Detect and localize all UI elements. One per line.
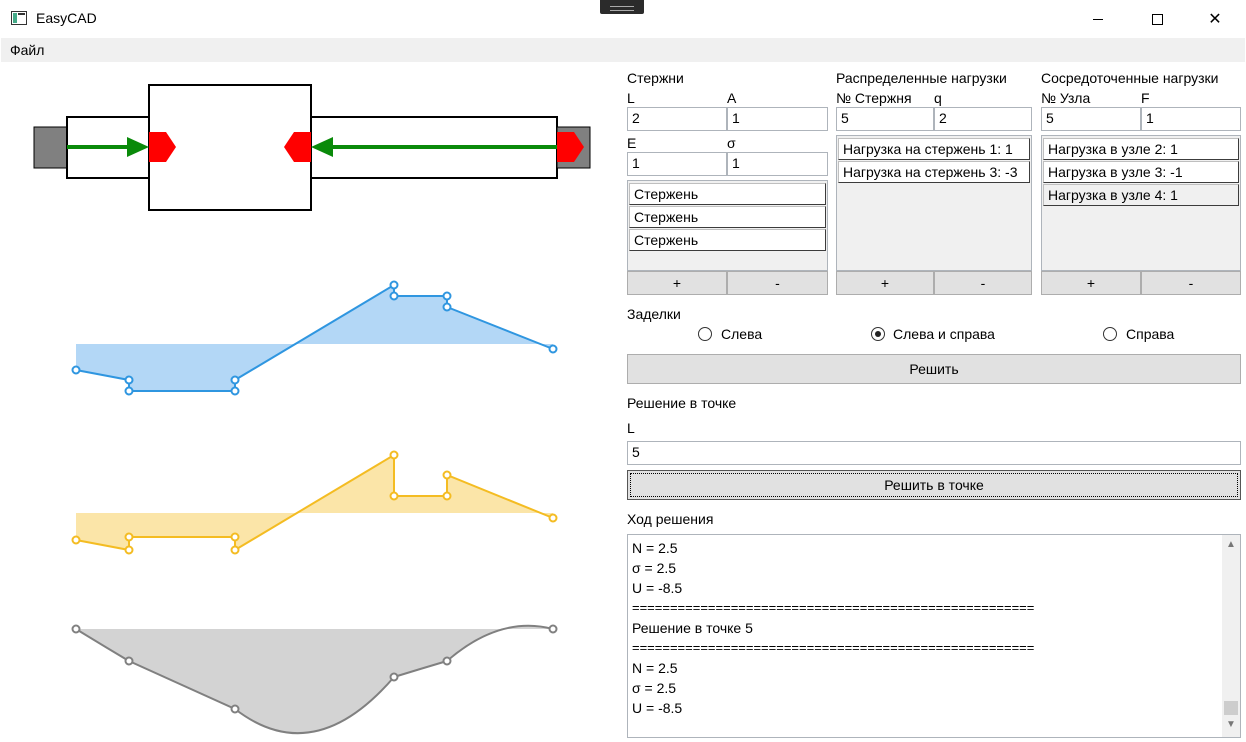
list-item[interactable]: Нагрузка в узле 2: 1 xyxy=(1043,138,1239,160)
rod-stress-label: σ xyxy=(727,135,736,151)
n-diagram-fill xyxy=(76,285,553,391)
rods-list[interactable]: Стержень Стержень Стержень xyxy=(627,180,828,271)
list-item[interactable]: Нагрузка на стержень 1: 1 xyxy=(838,138,1030,160)
menu-file[interactable]: Файл xyxy=(10,42,44,58)
solve-at-point-button[interactable]: Решить в точке xyxy=(627,470,1241,500)
radio-both-label[interactable]: Слева и справа xyxy=(893,326,995,342)
scroll-down-icon[interactable]: ▼ xyxy=(1226,719,1236,730)
dist-loads-list[interactable]: Нагрузка на стержень 1: 1 Нагрузка на ст… xyxy=(836,135,1032,271)
remove-point-load-button[interactable]: - xyxy=(1141,271,1241,295)
log-scrollbar[interactable]: ▲ ▼ xyxy=(1222,535,1240,737)
log-line: ========================================… xyxy=(632,640,1035,655)
snap-handle[interactable] xyxy=(600,0,644,14)
point-node-input[interactable]: 5 xyxy=(1041,107,1141,131)
rod-modulus-label: E xyxy=(627,135,637,151)
add-rod-button[interactable]: + xyxy=(627,271,727,295)
scroll-up-icon[interactable]: ▲ xyxy=(1226,539,1236,550)
log-line: σ = 2.5 xyxy=(632,560,677,576)
log-line: N = 2.5 xyxy=(632,660,678,676)
point-f-input[interactable]: 1 xyxy=(1141,107,1241,131)
rod-length-label: L xyxy=(627,90,635,106)
solve-button[interactable]: Решить xyxy=(627,354,1241,384)
point-l-label: L xyxy=(627,420,635,436)
remove-dist-load-button[interactable]: - xyxy=(934,271,1032,295)
rod-modulus-input[interactable]: 1 xyxy=(627,152,727,176)
construction-canvas xyxy=(33,84,591,735)
radio-left[interactable] xyxy=(698,327,712,341)
list-item[interactable]: Нагрузка на стержень 3: -3 xyxy=(838,161,1030,183)
list-item[interactable]: Нагрузка в узле 3: -1 xyxy=(1043,161,1239,183)
rod-area-label: A xyxy=(727,90,737,106)
point-l-input[interactable]: 5 xyxy=(627,441,1241,465)
scroll-thumb[interactable] xyxy=(1224,701,1238,715)
close-icon: ✕ xyxy=(1208,11,1222,28)
title-bar: EasyCAD ✕ xyxy=(0,0,1246,38)
dist-rod-input[interactable]: 5 xyxy=(836,107,934,131)
minimize-button[interactable] xyxy=(1069,0,1127,38)
add-point-load-button[interactable]: + xyxy=(1041,271,1141,295)
menu-bar: Файл xyxy=(1,38,1245,62)
radio-both[interactable] xyxy=(871,327,885,341)
log-line: U = -8.5 xyxy=(632,700,683,716)
list-item[interactable]: Стержень xyxy=(629,206,826,228)
rod-area-input[interactable]: 1 xyxy=(727,107,828,131)
list-item[interactable]: Стержень xyxy=(629,229,826,251)
radio-right[interactable] xyxy=(1103,327,1117,341)
point-solution-title: Решение в точке xyxy=(627,395,737,411)
point-loads-title: Сосредоточенные нагрузки xyxy=(1041,70,1219,86)
maximize-icon xyxy=(1151,13,1163,25)
log-line: Решение в точке 5 xyxy=(632,620,753,636)
point-node-label: № Узла xyxy=(1041,90,1091,106)
solution-log[interactable]: N = 2.5 σ = 2.5 U = -8.5 ===============… xyxy=(627,534,1241,738)
log-line: ========================================… xyxy=(632,600,1035,615)
rod-stress-input[interactable]: 1 xyxy=(727,152,828,176)
rod-length-input[interactable]: 2 xyxy=(627,107,727,131)
dist-q-input[interactable]: 2 xyxy=(934,107,1032,131)
dist-rod-label: № Стержня xyxy=(836,90,912,106)
list-item[interactable]: Нагрузка в узле 4: 1 xyxy=(1043,184,1239,206)
point-f-label: F xyxy=(1141,90,1150,106)
app-icon xyxy=(11,11,27,25)
u-diagram-fill xyxy=(76,625,553,734)
log-line: N = 2.5 xyxy=(632,540,678,556)
log-title: Ход решения xyxy=(627,511,714,527)
dist-loads-title: Распределенные нагрузки xyxy=(836,70,1007,86)
maximize-button[interactable] xyxy=(1128,0,1186,38)
rods-title: Стержни xyxy=(627,70,684,86)
list-item[interactable]: Стержень xyxy=(629,183,826,205)
radio-left-label[interactable]: Слева xyxy=(721,326,762,342)
remove-rod-button[interactable]: - xyxy=(727,271,828,295)
log-line: U = -8.5 xyxy=(632,580,683,596)
window-title: EasyCAD xyxy=(36,10,97,26)
left-support xyxy=(33,126,68,169)
add-dist-load-button[interactable]: + xyxy=(836,271,934,295)
dist-q-label: q xyxy=(934,90,942,106)
radio-right-label[interactable]: Справа xyxy=(1126,326,1174,342)
log-line: σ = 2.5 xyxy=(632,680,677,696)
supports-title: Заделки xyxy=(627,306,681,322)
point-loads-list[interactable]: Нагрузка в узле 2: 1 Нагрузка в узле 3: … xyxy=(1041,135,1241,271)
minimize-icon xyxy=(1093,18,1103,20)
close-button[interactable]: ✕ xyxy=(1186,0,1244,38)
